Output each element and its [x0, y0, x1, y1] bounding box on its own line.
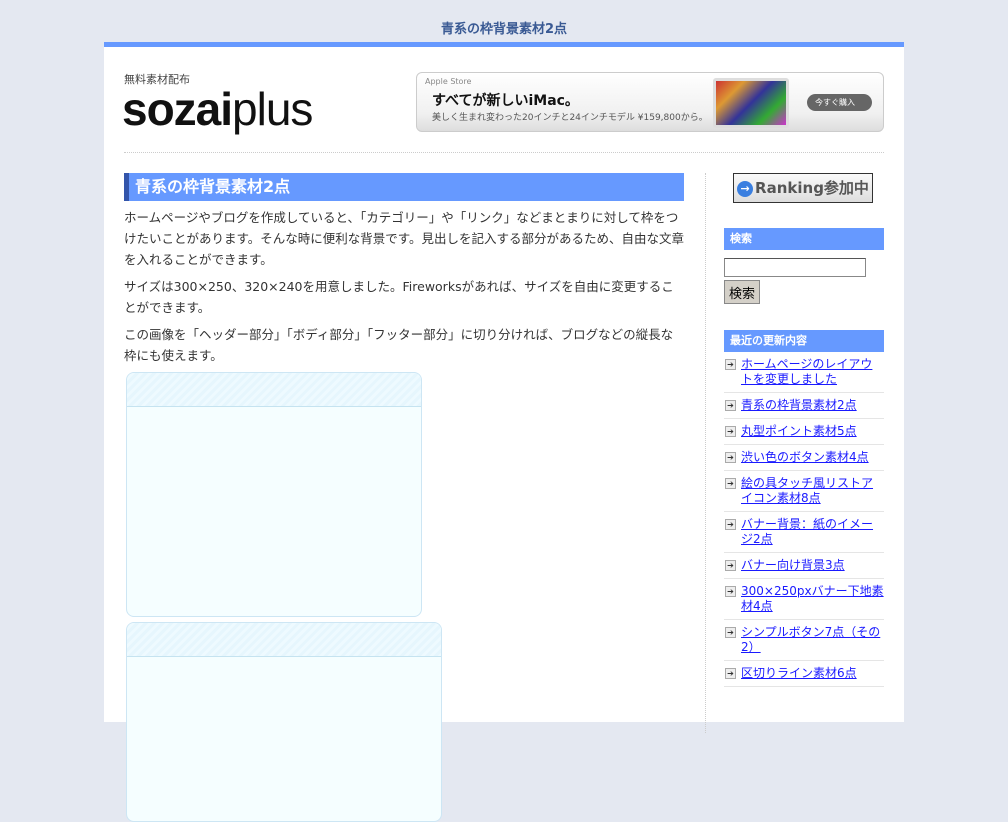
- recent-update-link[interactable]: ホームページのレイアウトを変更しました: [741, 357, 872, 386]
- imac-ad-banner[interactable]: Apple Store すべてが新しいiMac。 美しく生まれ変わった20インチ…: [416, 72, 884, 132]
- recent-updates-list: ➔ ホームページのレイアウトを変更しました ➔ 青系の枠背景素材2点 ➔ 丸型ポイント素材…: [724, 352, 884, 687]
- recent-update-item: ➔ 丸型ポイント素材5点: [724, 419, 884, 445]
- logo-light: plus: [232, 83, 313, 135]
- recent-update-item: ➔ 青系の枠背景素材2点: [724, 393, 884, 419]
- recent-update-link[interactable]: バナー向け背景3点: [741, 558, 845, 572]
- arrow-right-icon: ➔: [725, 359, 736, 370]
- recent-update-item: ➔ 区切りライン素材6点: [724, 661, 884, 687]
- recent-update-link[interactable]: シンプルボタン7点（その2）: [741, 625, 880, 654]
- recent-update-item: ➔ バナー背景：紙のイメージ2点: [724, 512, 884, 553]
- search-input[interactable]: [724, 258, 866, 277]
- ranking-label: Ranking参加中: [755, 179, 869, 197]
- paragraph: この画像を「ヘッダー部分」「ボディ部分」「フッター部分」に切り分ければ、ブログな…: [124, 327, 674, 363]
- arrow-right-icon: ➔: [725, 668, 736, 679]
- search-heading: 検索: [724, 228, 884, 250]
- divider: [124, 152, 884, 153]
- recent-update-item: ➔ 絵の具タッチ風リストアイコン素材8点: [724, 471, 884, 512]
- recent-update-item: ➔ 渋い色のボタン素材4点: [724, 445, 884, 471]
- arrow-right-icon: ➔: [725, 519, 736, 530]
- apple-store-label: Apple Store: [425, 77, 472, 86]
- article-title: 青系の枠背景素材2点: [124, 173, 684, 201]
- arrow-right-icon: ➔: [725, 452, 736, 463]
- recent-update-item: ➔ バナー向け背景3点: [724, 553, 884, 579]
- recent-update-item: ➔ シンプルボタン7点（その2）: [724, 620, 884, 661]
- frame-sample-320x240: [126, 622, 442, 822]
- arrow-right-icon: →: [737, 180, 754, 197]
- recent-update-link[interactable]: バナー背景：紙のイメージ2点: [741, 517, 873, 546]
- page-container: 無料素材配布 sozaiplus Apple Store すべてが新しいiMac…: [104, 42, 904, 822]
- recent-update-item: ➔ 300×250pxバナー下地素材4点: [724, 579, 884, 620]
- logo[interactable]: sozaiplus: [122, 81, 313, 137]
- main-content: 青系の枠背景素材2点 ホームページやブログを作成していると、「カテゴリー」や「リ…: [124, 173, 684, 822]
- recent-update-link[interactable]: 区切りライン素材6点: [741, 666, 857, 680]
- ranking-button[interactable]: → Ranking参加中: [733, 173, 873, 203]
- arrow-right-icon: ➔: [725, 400, 736, 411]
- arrow-right-icon: ➔: [725, 560, 736, 571]
- site-title: 青系の枠背景素材2点: [440, 22, 568, 37]
- logo-bold: sozai: [122, 83, 233, 135]
- sidebar: → Ranking参加中 検索 検索 最近の更新内容 ➔ ホームページのレイアウトを…: [724, 173, 884, 687]
- recent-update-link[interactable]: 渋い色のボタン素材4点: [741, 450, 869, 464]
- recent-update-link[interactable]: 丸型ポイント素材5点: [741, 424, 857, 438]
- recent-update-link[interactable]: 絵の具タッチ風リストアイコン素材8点: [741, 476, 873, 505]
- ad-headline: すべてが新しいiMac。: [432, 93, 579, 109]
- ad-subtext: 美しく生まれ変わった20インチと24インチモデル ¥159,800から。: [432, 113, 708, 123]
- column-divider: [705, 173, 706, 733]
- arrow-right-icon: ➔: [725, 627, 736, 638]
- arrow-right-icon: ➔: [725, 478, 736, 489]
- recent-update-link[interactable]: 300×250pxバナー下地素材4点: [741, 584, 884, 613]
- buy-now-button[interactable]: 今すぐ購入: [807, 94, 872, 111]
- frame-header: [127, 373, 421, 407]
- frame-header: [127, 623, 441, 657]
- paragraph: サイズは300×250、320×240を用意しました。Fireworksがあれば…: [124, 279, 674, 315]
- imac-image: [713, 78, 789, 128]
- recent-updates-heading: 最近の更新内容: [724, 330, 884, 352]
- search-button[interactable]: 検索: [724, 280, 760, 304]
- arrow-right-icon: ➔: [725, 426, 736, 437]
- frame-sample-300x250: [126, 372, 422, 617]
- recent-update-link[interactable]: 青系の枠背景素材2点: [741, 398, 857, 412]
- arrow-right-icon: ➔: [725, 586, 736, 597]
- recent-update-item: ➔ ホームページのレイアウトを変更しました: [724, 352, 884, 393]
- paragraph: ホームページやブログを作成していると、「カテゴリー」や「リンク」などまとまりに対…: [124, 210, 685, 267]
